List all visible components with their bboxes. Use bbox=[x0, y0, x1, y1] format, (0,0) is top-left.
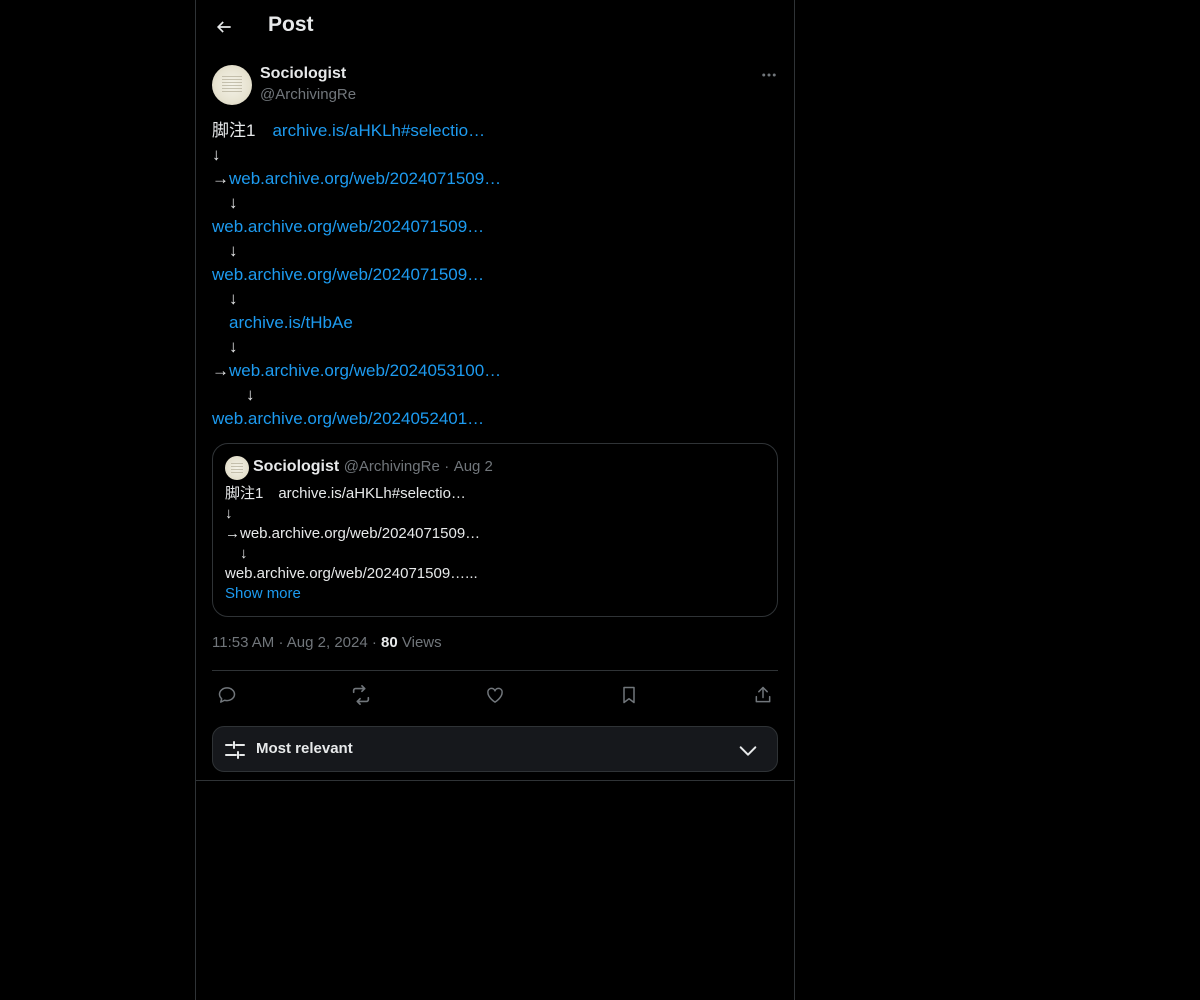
back-arrow-icon bbox=[216, 21, 231, 33]
post-line: archive.is/tHbAe bbox=[212, 311, 778, 335]
more-options-button[interactable] bbox=[756, 62, 782, 88]
separator-dot: · bbox=[371, 634, 377, 651]
post-line: web.archive.org/web/2024071509… bbox=[212, 215, 778, 239]
author-avatar[interactable] bbox=[212, 65, 252, 105]
like-icon bbox=[487, 687, 503, 703]
quoted-post[interactable]: Sociologist @ArchivingRe · Aug 2 脚注1 arc… bbox=[212, 443, 778, 617]
filter-sliders-icon bbox=[225, 741, 245, 759]
quoted-post-text: 脚注1 archive.is/aHKLh#selectio… ↓ →web.arch… bbox=[225, 484, 765, 584]
archive-link[interactable]: archive.is/tHbAe bbox=[229, 313, 353, 332]
quoted-author-avatar bbox=[225, 456, 249, 480]
chevron-down-icon bbox=[739, 746, 757, 756]
archive-link[interactable]: web.archive.org/web/2024071509… bbox=[212, 217, 484, 236]
post-line: web.archive.org/web/2024052401… bbox=[212, 407, 778, 431]
divider bbox=[196, 780, 794, 781]
quoted-post-line: ↓ bbox=[225, 505, 233, 522]
back-button[interactable] bbox=[208, 11, 240, 43]
avatar-pattern bbox=[231, 463, 243, 473]
quoted-post-line: →web.archive.org/web/2024071509… bbox=[225, 525, 481, 542]
post-line: ↓ bbox=[212, 287, 778, 311]
views-count: 80 bbox=[381, 634, 398, 651]
bookmark-button[interactable] bbox=[614, 680, 644, 710]
archive-link[interactable]: web.archive.org/web/2024053100… bbox=[229, 361, 501, 380]
post-line-text: ↓ bbox=[212, 193, 238, 212]
post-line: web.archive.org/web/2024071509… bbox=[212, 263, 778, 287]
repost-icon bbox=[352, 685, 370, 705]
post-line: ↓ bbox=[212, 239, 778, 263]
author-handle[interactable]: @ArchivingRe bbox=[260, 86, 356, 103]
repost-button[interactable] bbox=[346, 680, 376, 710]
quoted-post-header: Sociologist @ArchivingRe · Aug 2 bbox=[253, 458, 493, 476]
post-line: →web.archive.org/web/2024071509… bbox=[212, 167, 778, 191]
bookmark-icon bbox=[623, 686, 635, 704]
header-bar: Post bbox=[196, 0, 794, 53]
quoted-author-handle: @ArchivingRe bbox=[343, 458, 440, 475]
separator-dot: · bbox=[278, 634, 284, 651]
quoted-post-line: ↓ bbox=[225, 545, 248, 562]
post-line: ↓ bbox=[212, 191, 778, 215]
archive-link[interactable]: archive.is/aHKLh#selectio… bbox=[272, 121, 485, 140]
post-line-text: ↓ bbox=[212, 385, 255, 404]
post-meta: 11:53 AM · Aug 2, 2024 · 80 Views bbox=[212, 634, 442, 651]
main-column: Post Sociologist @ArchivingRe 脚注1 archiv… bbox=[195, 0, 795, 1000]
post-date[interactable]: Aug 2, 2024 bbox=[287, 634, 368, 651]
quoted-post-line: 脚注1 archive.is/aHKLh#selectio… bbox=[225, 485, 466, 502]
views-label: Views bbox=[397, 634, 442, 651]
post-text: 脚注1 archive.is/aHKLh#selectio… ↓ →web.arch… bbox=[212, 119, 778, 431]
post-line: ↓ bbox=[212, 143, 778, 167]
post-line: ↓ bbox=[212, 383, 778, 407]
share-icon bbox=[755, 686, 771, 703]
post-line-text: 脚注1 bbox=[212, 121, 273, 140]
author-name[interactable]: Sociologist bbox=[260, 65, 346, 83]
more-dots-icon bbox=[762, 73, 776, 77]
quoted-author-name: Sociologist bbox=[253, 458, 340, 475]
page-title: Post bbox=[268, 13, 314, 36]
quoted-post-line: web.archive.org/web/2024071509…... bbox=[225, 565, 478, 582]
post-line-text: ↓ bbox=[212, 337, 238, 356]
like-button[interactable] bbox=[480, 680, 510, 710]
post-line: 脚注1 archive.is/aHKLh#selectio… bbox=[212, 119, 778, 143]
quoted-post-date: Aug 2 bbox=[453, 458, 493, 475]
reply-icon bbox=[218, 687, 236, 703]
archive-link[interactable]: web.archive.org/web/2024071509… bbox=[212, 265, 484, 284]
show-more-link[interactable]: Show more bbox=[225, 585, 301, 602]
post-time[interactable]: 11:53 AM bbox=[212, 634, 274, 651]
reply-button[interactable] bbox=[212, 680, 242, 710]
post-line-text: ↓ bbox=[212, 241, 238, 260]
avatar-pattern bbox=[222, 76, 242, 94]
post-line-text: → bbox=[212, 361, 229, 380]
sort-label: Most relevant bbox=[256, 740, 353, 757]
divider bbox=[212, 670, 778, 671]
post-line: ↓ bbox=[212, 335, 778, 359]
post-line-text: ↓ bbox=[212, 289, 238, 308]
post-line-text bbox=[212, 313, 229, 332]
action-bar bbox=[212, 680, 778, 710]
post-line: →web.archive.org/web/2024053100… bbox=[212, 359, 778, 383]
archive-link[interactable]: web.archive.org/web/2024052401… bbox=[212, 409, 484, 428]
post-line-text: → bbox=[212, 169, 229, 188]
separator-dot: · bbox=[444, 458, 450, 475]
share-button[interactable] bbox=[748, 680, 778, 710]
post-line-text: ↓ bbox=[212, 145, 221, 164]
archive-link[interactable]: web.archive.org/web/2024071509… bbox=[229, 169, 501, 188]
reply-sort-dropdown[interactable]: Most relevant bbox=[212, 726, 778, 772]
